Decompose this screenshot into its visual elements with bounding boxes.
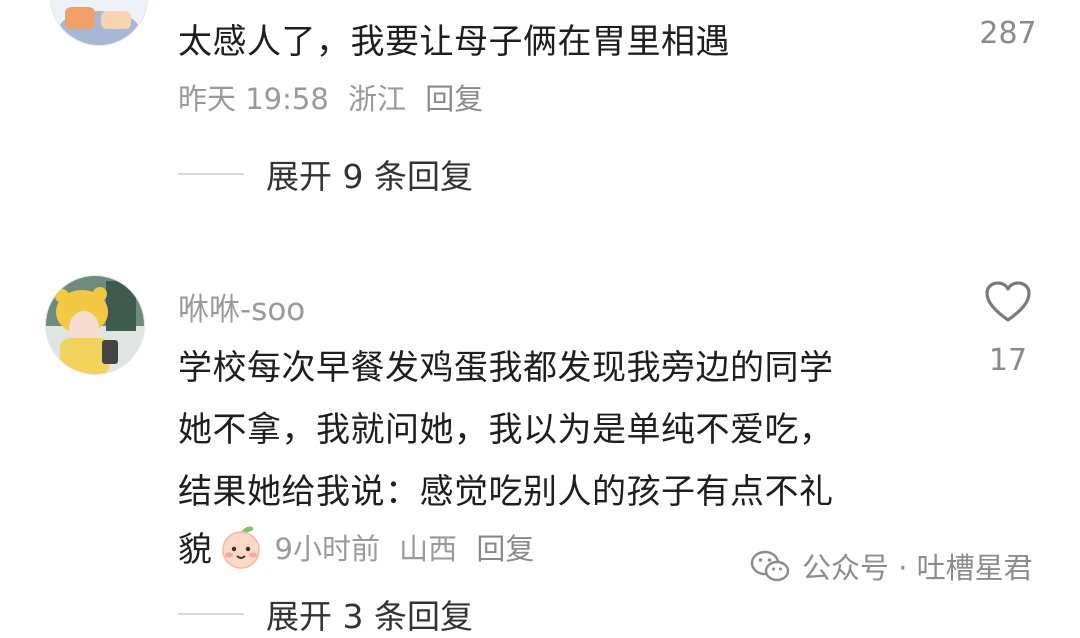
avatar[interactable] [45, 275, 145, 375]
timestamp: 9小时前 [274, 531, 380, 566]
wechat-icon [750, 550, 790, 582]
expand-replies-button[interactable]: 展开 9 条回复 [178, 150, 473, 198]
comment-text-line: 她不拿，我就问她，我以为是单纯不爱吃， [178, 410, 834, 450]
ip-location: 山西 [399, 531, 458, 566]
like-count: 17 [988, 343, 1028, 378]
heart-outline-icon [985, 281, 1031, 322]
avatar-illustration [51, 0, 147, 45]
watermark-text: 公众号 · 吐槽星君 [802, 551, 1033, 585]
comment-meta: 9小时前 山西 回复 [275, 526, 545, 568]
timestamp: 昨天 19:58 [178, 82, 329, 116]
expand-replies-label: 展开 9 条回复 [266, 157, 473, 196]
divider-line [178, 173, 244, 175]
avatar[interactable] [50, 0, 148, 46]
comment-text-line: 学校每次早餐发鸡蛋我都发现我旁边的同学 [178, 348, 834, 388]
comment-text: 太感人了，我要让母子俩在胃里相遇 [178, 22, 730, 62]
comment-meta: 昨天 19:58 浙江 回复 [178, 76, 493, 118]
peach-face-emoji-icon [217, 524, 265, 570]
ip-location: 浙江 [348, 82, 407, 116]
divider-line [178, 613, 244, 615]
expand-replies-button[interactable]: 展开 3 条回复 [178, 590, 473, 638]
username[interactable]: 咻咻-soo [178, 284, 305, 329]
reply-button[interactable]: 回复 [425, 82, 483, 116]
watermark: 公众号 · 吐槽星君 [750, 545, 1033, 587]
comment-text-line: 貌 [178, 530, 213, 570]
comment-last-line: 貌 9小时前 山西 回复 [178, 522, 544, 571]
like-button[interactable] [984, 280, 1032, 324]
avatar-photo [46, 276, 144, 374]
expand-replies-label: 展开 3 条回复 [266, 597, 473, 636]
comment-text-line: 结果她给我说：感觉吃别人的孩子有点不礼 [178, 472, 834, 512]
like-count: 287 [979, 16, 1037, 51]
reply-button[interactable]: 回复 [476, 532, 534, 566]
